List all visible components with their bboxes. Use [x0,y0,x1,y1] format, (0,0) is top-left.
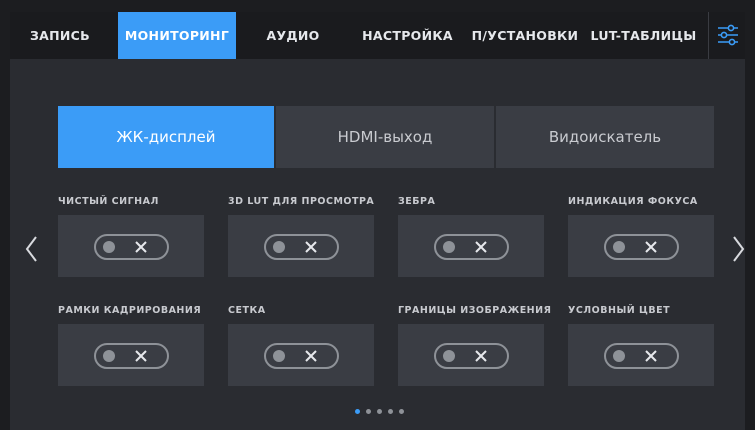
previous-page-arrow-icon[interactable] [22,234,42,264]
setting-label-grid: СЕТКА [228,305,266,316]
toggle-knob [613,350,625,362]
setting-label-zebra: ЗЕБРА [398,196,436,207]
setting-safe-area-toggle[interactable] [398,324,544,386]
setting-focus-assist-toggle[interactable] [568,215,714,277]
toggle-knob [273,350,285,362]
sliders-icon [718,24,738,46]
setting-label-frame-guides: РАМКИ КАДРИРОВАНИЯ [58,305,202,316]
toggle-switch-off[interactable] [94,343,169,369]
setting-label-3d-lut: 3D LUT ДЛЯ ПРОСМОТРА [228,196,375,207]
toggle-switch-off[interactable] [264,234,339,260]
toggle-knob [443,241,455,253]
top-menu-bar: ЗАПИСЬ МОНИТОРИНГ АУДИО НАСТРОЙКА П/УСТА… [10,12,745,59]
output-lcd-button[interactable]: ЖК-дисплей [58,106,274,168]
close-icon [645,350,657,362]
toggle-knob [443,350,455,362]
setting-grid-toggle[interactable] [228,324,374,386]
page-dot[interactable] [399,409,404,414]
page-dot[interactable] [377,409,382,414]
setting-label-safe-area: ГРАНИЦЫ ИЗОБРАЖЕНИЯ [398,305,552,316]
toggle-switch-off[interactable] [434,343,509,369]
tab-audio[interactable]: АУДИО [258,12,328,59]
tab-presets[interactable]: П/УСТАНОВКИ [469,12,581,59]
toggle-switch-off[interactable] [264,343,339,369]
tab-setup[interactable]: НАСТРОЙКА [355,12,460,59]
close-icon [645,241,657,253]
close-icon [305,350,317,362]
tab-luts[interactable]: LUT-ТАБЛИЦЫ [586,12,701,59]
toggle-knob [103,241,115,253]
toggle-switch-off[interactable] [434,234,509,260]
camera-lcd-screen: ЗАПИСЬ МОНИТОРИНГ АУДИО НАСТРОЙКА П/УСТА… [10,12,745,430]
close-icon [135,241,147,253]
setting-zebra-toggle[interactable] [398,215,544,277]
setting-clean-feed-toggle[interactable] [58,215,204,277]
close-icon [305,241,317,253]
page-dot[interactable] [355,409,360,414]
tab-record[interactable]: ЗАПИСЬ [24,12,96,59]
toggle-knob [103,350,115,362]
setting-label-focus-assist: ИНДИКАЦИЯ ФОКУСА [568,196,698,207]
setting-3d-lut-toggle[interactable] [228,215,374,277]
page-dot[interactable] [388,409,393,414]
close-icon [475,350,487,362]
toggle-switch-off[interactable] [604,234,679,260]
next-page-arrow-icon[interactable] [730,234,745,264]
toggle-knob [273,241,285,253]
output-hdmi-button[interactable]: HDMI-выход [276,106,494,168]
menu-button[interactable] [708,12,745,59]
close-icon [135,350,147,362]
close-icon [475,241,487,253]
setting-frame-guides-toggle[interactable] [58,324,204,386]
setting-false-color-toggle[interactable] [568,324,714,386]
toggle-knob [613,241,625,253]
setting-label-false-color: УСЛОВНЫЙ ЦВЕТ [568,305,671,316]
tab-monitoring[interactable]: МОНИТОРИНГ [118,12,236,59]
toggle-switch-off[interactable] [94,234,169,260]
toggle-switch-off[interactable] [604,343,679,369]
output-viewfinder-button[interactable]: Видоискатель [496,106,714,168]
page-dot[interactable] [366,409,371,414]
setting-label-clean-feed: ЧИСТЫЙ СИГНАЛ [58,196,159,207]
